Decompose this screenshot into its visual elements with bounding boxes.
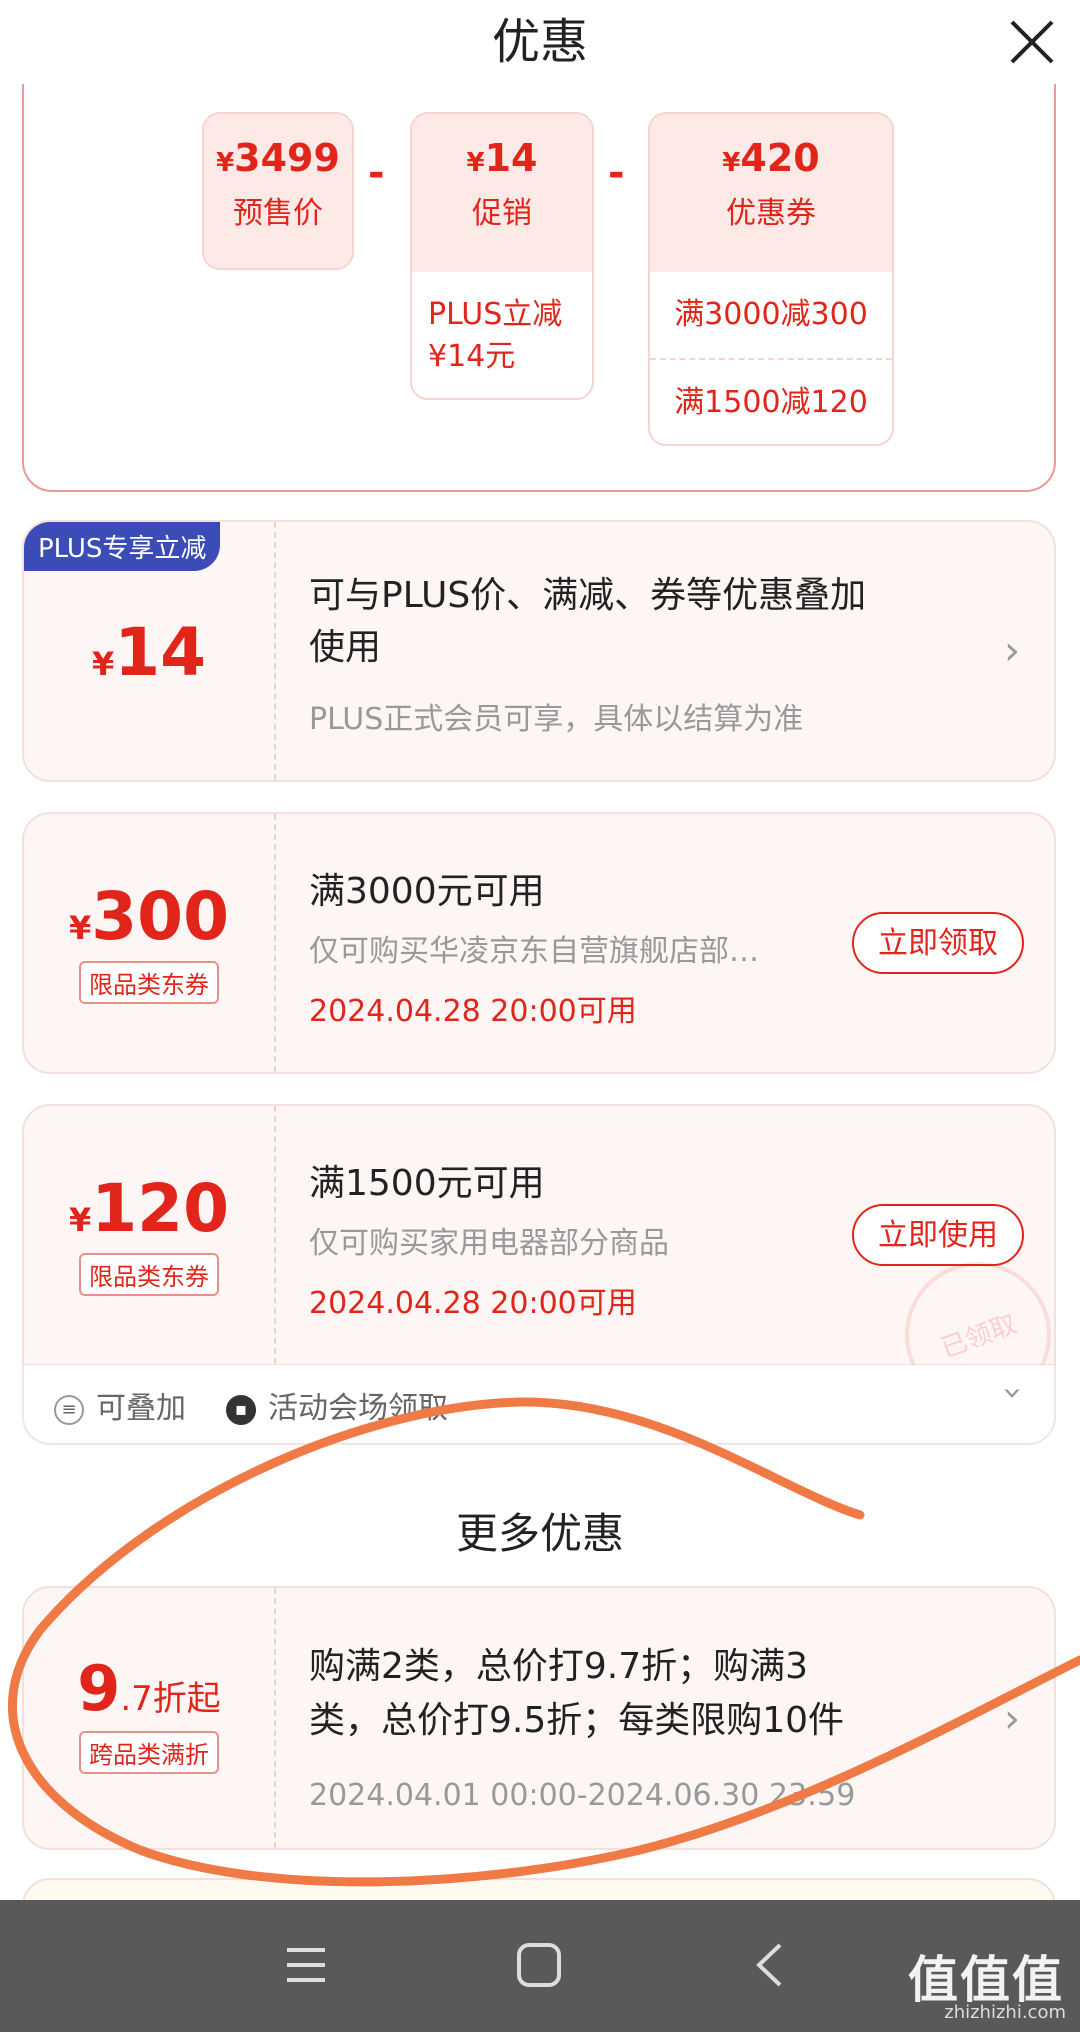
- discount-rule-line: 购满2类，总价打9.7折；购满3: [309, 1646, 809, 1687]
- use-now-button[interactable]: 立即使用: [852, 1204, 1024, 1266]
- coupon-box: ¥420 优惠券 满3000减300 满1500减120: [648, 112, 894, 446]
- promo-box: ¥14 促销 PLUS立减 ¥14元: [410, 112, 594, 400]
- coupon-description: 可与PLUS价、满减、券等优惠叠加使用: [309, 575, 867, 668]
- discount-type-tag: 跨品类满折: [79, 1731, 219, 1774]
- currency-symbol: ¥: [91, 645, 115, 683]
- home-icon[interactable]: [516, 1942, 562, 1988]
- menu-icon[interactable]: [285, 1944, 327, 1986]
- currency-symbol: ¥: [216, 148, 235, 178]
- discount-rule: 购满2类，总价打9.7折；购满3 类，总价打9.5折；每类限购10件: [309, 1640, 844, 1748]
- coupon-type-tag: 限品类东券: [79, 1253, 219, 1296]
- coupon-valid-time: 2024.04.28 20:00可用: [309, 994, 637, 1029]
- coupon-note: PLUS正式会员可享，具体以结算为准: [309, 702, 804, 737]
- page-title: 优惠: [491, 14, 588, 70]
- currency-symbol: ¥: [68, 909, 92, 947]
- coupon-valid-time: 2024.04.28 20:00可用: [309, 1286, 637, 1321]
- coupon-value: ¥14: [24, 522, 276, 780]
- minus-sign: -: [368, 150, 385, 196]
- promo-label: 促销: [472, 196, 532, 231]
- more-offers-heading: 更多优惠: [455, 1509, 624, 1558]
- coupon-threshold: 满3000元可用: [309, 871, 545, 912]
- presale-amount: 3499: [234, 136, 340, 180]
- coupon-label: 优惠券: [726, 196, 816, 231]
- minus-sign: -: [608, 150, 625, 196]
- currency-symbol: ¥: [68, 1201, 92, 1239]
- coupon-card: ¥300 限品类东券 满3000元可用 仅可购买华凌京东自营旗舰店部… 2024…: [22, 812, 1056, 1074]
- coupon-scope: 仅可购买华凌京东自营旗舰店部…: [309, 934, 759, 969]
- coupon-amount: 300: [91, 878, 230, 955]
- currency-symbol: ¥: [722, 148, 741, 178]
- coupon-footer: ≡ 可叠加 ▪ 活动会场领取 ›: [22, 1365, 1056, 1445]
- currency-symbol: ¥: [466, 148, 485, 178]
- plus-discount-card[interactable]: PLUS专享立减 ¥14 可与PLUS价、满减、券等优惠叠加使用 PLUS正式会…: [22, 520, 1056, 782]
- back-icon[interactable]: [754, 1942, 784, 1988]
- watermark-site: zhizhizhi.com: [944, 2002, 1066, 2023]
- claimed-stamp-text: 已领取: [937, 1309, 1021, 1365]
- coupon-type-tag: 限品类东券: [79, 961, 219, 1004]
- stack-icon: ≡: [54, 1394, 84, 1425]
- chevron-right-icon[interactable]: ›: [1004, 628, 1020, 674]
- discount-big: 9: [77, 1652, 121, 1725]
- discount-period: 2024.04.01 00:00-2024.06.30 23:59: [309, 1778, 856, 1813]
- discount-rule-line: 类，总价打9.5折；每类限购10件: [309, 1700, 845, 1741]
- discount-small: .7折起: [120, 1679, 221, 1719]
- coupon-rule: 满1500减120: [674, 385, 868, 420]
- stackable-info: ≡ 可叠加: [54, 1383, 186, 1427]
- coupon-amount: 420: [740, 136, 820, 180]
- coupon-threshold: 满1500元可用: [309, 1163, 545, 1204]
- chevron-down-icon[interactable]: ›: [993, 1386, 1033, 1400]
- close-icon[interactable]: [1004, 14, 1060, 70]
- presale-label: 预售价: [233, 196, 323, 231]
- source-label: 活动会场领取: [268, 1391, 448, 1426]
- chevron-right-icon[interactable]: ›: [1004, 1696, 1020, 1742]
- discount-value: 9.7折起 跨品类满折: [24, 1588, 276, 1848]
- promo-amount: 14: [484, 136, 538, 180]
- coupon-rule: 满3000减300: [650, 272, 892, 360]
- coupon-card: ¥120 限品类东券 满1500元可用 仅可购买家用电器部分商品 2024.04…: [22, 1104, 1056, 1366]
- source-info: ▪ 活动会场领取: [226, 1383, 448, 1427]
- coupon-value: ¥120 限品类东券: [24, 1106, 276, 1364]
- claim-button[interactable]: 立即领取: [852, 912, 1024, 974]
- stackable-label: 可叠加: [96, 1391, 186, 1426]
- presale-price-box: ¥3499 预售价: [202, 112, 354, 270]
- coupon-amount: 14: [114, 614, 207, 691]
- discount-offer-card[interactable]: 9.7折起 跨品类满折 购满2类，总价打9.7折；购满3 类，总价打9.5折；每类…: [22, 1586, 1056, 1850]
- coupon-amount: 120: [91, 1170, 230, 1247]
- coupon-scope: 仅可购买家用电器部分商品: [309, 1226, 669, 1261]
- ticket-icon: ▪: [226, 1394, 256, 1425]
- coupon-value: ¥300 限品类东券: [24, 814, 276, 1072]
- promo-detail: PLUS立减 ¥14元: [428, 297, 563, 374]
